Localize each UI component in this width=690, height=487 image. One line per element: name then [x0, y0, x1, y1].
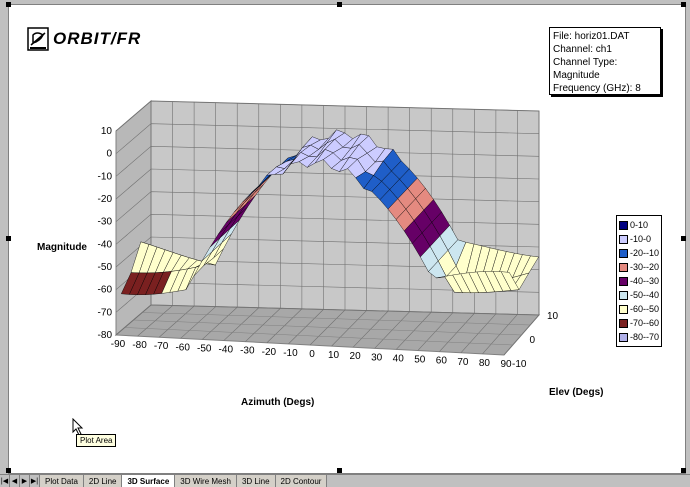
chart-area[interactable]: ORBIT/FR File: horiz01.DAT Channel: ch1 …: [8, 4, 686, 474]
legend-label: 0-10: [630, 220, 649, 230]
x-tick-label: -90: [111, 339, 126, 350]
x-axis-title: Azimuth (Degs): [241, 397, 315, 408]
side-wall: [115, 99, 152, 337]
z-tick-label: -20: [98, 194, 113, 205]
sheet-tab-3d-line[interactable]: 3D Line: [236, 475, 276, 487]
x-tick-label: -40: [219, 345, 234, 356]
legend-entry[interactable]: -70--60: [619, 316, 659, 330]
legend-swatch: [619, 332, 628, 342]
legend-label: -60--50: [630, 304, 660, 314]
legend-label: -30--20: [630, 262, 660, 272]
legend-swatch: [619, 318, 628, 328]
legend-label: -50--40: [630, 290, 660, 300]
selection-handle[interactable]: [6, 468, 11, 473]
legend-swatch: [619, 248, 628, 258]
x-tick-label: 50: [414, 355, 426, 366]
legend-swatch: [619, 234, 628, 244]
z-tick-label: 10: [101, 126, 113, 137]
z-axis-title: Magnitude: [37, 242, 87, 253]
selection-handle[interactable]: [681, 236, 686, 241]
legend-entry[interactable]: -50--40: [619, 288, 659, 302]
legend-entry[interactable]: -30--20: [619, 260, 659, 274]
z-tick-label: -70: [98, 307, 113, 318]
sheet-tab-bar: |◀ ◀ ▶ ▶| Plot Data 2D Line 3D Surface 3D W…: [0, 474, 690, 487]
legend-entry[interactable]: -10-0: [619, 232, 659, 246]
legend-swatch: [619, 220, 628, 230]
selection-handle[interactable]: [6, 2, 11, 7]
x-tick-label: 90: [500, 359, 512, 370]
y-axis-title: Elev (Degs): [549, 387, 604, 398]
selection-handle[interactable]: [337, 468, 342, 473]
legend-swatch: [619, 262, 628, 272]
sheet-tab-3d-surface[interactable]: 3D Surface: [122, 475, 176, 487]
legend-swatch: [619, 304, 628, 314]
prev-sheet-icon[interactable]: ◀: [10, 475, 20, 487]
z-tick-label: -60: [98, 285, 113, 296]
legend-entry[interactable]: -20--10: [619, 246, 659, 260]
last-sheet-icon[interactable]: ▶|: [30, 475, 40, 487]
first-sheet-icon[interactable]: |◀: [0, 475, 10, 487]
y-tick-label: 10: [547, 311, 559, 322]
sheet-tab-3d-wire-mesh[interactable]: 3D Wire Mesh: [175, 475, 237, 487]
x-tick-label: 0: [309, 349, 315, 360]
legend-label: -20--10: [630, 248, 660, 258]
legend-swatch: [619, 290, 628, 300]
z-tick-label: -10: [98, 171, 113, 182]
excel-window: ORBIT/FR File: horiz01.DAT Channel: ch1 …: [0, 0, 690, 487]
x-tick-label: -70: [154, 341, 169, 352]
z-tick-label: -40: [98, 239, 113, 250]
x-tick-label: 70: [457, 357, 469, 368]
selection-handle[interactable]: [337, 2, 342, 7]
next-sheet-icon[interactable]: ▶: [20, 475, 30, 487]
y-tick-label: -10: [512, 359, 527, 370]
selection-handle[interactable]: [681, 468, 686, 473]
selection-handle[interactable]: [6, 236, 11, 241]
legend-label: -80--70: [630, 332, 660, 342]
sheet-tab-2d-line[interactable]: 2D Line: [83, 475, 123, 487]
y-tick-label: 0: [530, 335, 536, 346]
chart-legend[interactable]: 0-10 -10-0 -20--10 -30--20 -40--30 -50--40 -60…: [616, 215, 662, 347]
x-tick-label: 10: [328, 350, 340, 361]
selection-handle[interactable]: [681, 2, 686, 7]
legend-entry[interactable]: -80--70: [619, 330, 659, 344]
x-tick-label: 60: [436, 356, 448, 367]
legend-label: -10-0: [630, 234, 652, 244]
z-tick-label: -30: [98, 217, 113, 228]
x-tick-label: 30: [371, 352, 383, 363]
x-tick-label: -60: [175, 342, 190, 353]
legend-label: -70--60: [630, 318, 660, 328]
sheet-tab-2d-contour[interactable]: 2D Contour: [275, 475, 328, 487]
z-tick-label: -50: [98, 262, 113, 273]
x-tick-label: -50: [197, 343, 212, 354]
sheet-tab-plot-data[interactable]: Plot Data: [40, 475, 84, 487]
legend-entry[interactable]: 0-10: [619, 218, 659, 232]
x-tick-label: 40: [393, 353, 405, 364]
legend-entry[interactable]: -40--30: [619, 274, 659, 288]
x-tick-label: -10: [283, 348, 298, 359]
x-tick-label: -30: [240, 346, 255, 357]
x-tick-label: 80: [479, 358, 491, 369]
z-tick-label: 0: [106, 149, 112, 160]
tooltip: Plot Area: [76, 434, 117, 447]
x-tick-label: -80: [132, 340, 147, 351]
legend-label: -40--30: [630, 276, 660, 286]
x-tick-label: -20: [262, 347, 277, 358]
legend-swatch: [619, 276, 628, 286]
x-tick-label: 20: [350, 351, 362, 362]
legend-entry[interactable]: -60--50: [619, 302, 659, 316]
surface-plot[interactable]: 100-10-20-30-40-50-60-70-80-90 -80 -70 -60-…: [9, 5, 685, 473]
